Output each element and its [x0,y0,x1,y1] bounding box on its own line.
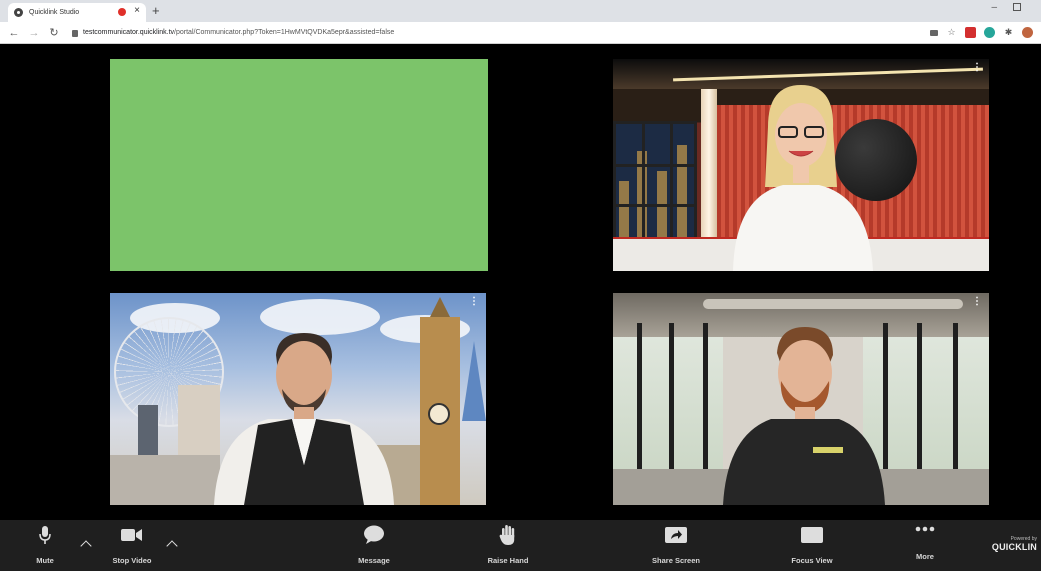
mute-label: Mute [36,556,54,565]
camera-in-use-icon[interactable] [930,29,938,36]
minimize-window-button[interactable]: – [991,2,997,13]
raised-hand-icon [499,520,517,550]
mute-button[interactable]: Mute [30,520,60,571]
tab-title: Quicklink Studio [29,9,80,16]
more-button[interactable]: More [910,520,940,571]
message-button[interactable]: Message [352,520,396,571]
video-tile-london[interactable]: ⋮ [110,293,486,505]
grammarly-extension-icon[interactable] [984,27,995,38]
raise-hand-button[interactable]: Raise Hand [484,520,532,571]
maximize-window-button[interactable] [1013,3,1021,11]
tile-options-kebab-icon[interactable]: ⋮ [469,297,479,307]
focus-view-icon [801,520,823,550]
extensions-row: ☆ ✱ [930,27,1033,38]
message-label: Message [358,556,390,565]
bookmark-star-icon[interactable]: ☆ [946,27,957,38]
reload-icon[interactable]: ↻ [48,26,60,39]
pdf-extension-icon[interactable] [965,27,976,38]
profile-avatar[interactable] [1022,27,1033,38]
office-duct [703,299,963,309]
tab-close-icon[interactable]: × [134,5,140,16]
browser-tab-bar: Quicklink Studio × + – [0,0,1041,22]
video-stage: ⋮ ⋮ ⋮ [0,44,1041,520]
participant-woman [733,85,873,271]
stop-video-button[interactable]: Stop Video [108,520,156,571]
powered-by-quicklink-logo: Powered by QUICKLIN [985,536,1037,552]
tile-options-kebab-icon[interactable]: ⋮ [972,297,982,307]
quicklink-brand: QUICKLIN [991,542,1037,552]
audio-options-chevron-up-icon[interactable] [80,538,92,550]
quicklink-favicon-icon [14,8,23,17]
more-label: More [916,552,934,561]
meeting-toolbar: Mute Stop Video Message Raise Hand Share… [0,520,1041,571]
extensions-puzzle-icon[interactable]: ✱ [1003,27,1014,38]
tile-options-kebab-icon[interactable]: ⋮ [972,63,982,73]
new-tab-button[interactable]: + [152,3,160,18]
chat-bubble-icon [363,520,385,550]
microphone-icon [38,520,52,550]
back-arrow-icon[interactable]: ← [8,27,20,39]
more-dots-icon [915,520,935,538]
video-camera-icon [121,520,143,550]
focus-view-label: Focus View [791,556,833,565]
url-host: testcommunicator.quicklink.tv [83,29,175,36]
share-screen-label: Share Screen [652,556,700,565]
video-tile-green-screen[interactable] [110,59,488,271]
window-frame [613,121,697,241]
share-screen-button[interactable]: Share Screen [650,520,702,571]
video-tile-office[interactable]: ⋮ [613,293,989,505]
lock-icon [72,30,78,37]
browser-tab[interactable]: Quicklink Studio × [8,3,146,22]
focus-view-button[interactable]: Focus View [788,520,836,571]
participant-man-vest [214,333,394,505]
url-path: /portal/Communicator.php?Token=1HwMVtQVD… [174,29,395,36]
recording-indicator-icon [118,8,126,16]
shard-building [462,341,486,421]
stop-video-label: Stop Video [112,556,152,565]
video-tile-news-studio[interactable]: ⋮ [613,59,989,271]
forward-arrow-icon[interactable]: → [28,27,40,39]
big-ben-clock [428,403,450,425]
raise-hand-label: Raise Hand [487,556,529,565]
share-screen-icon [665,520,687,550]
participant-man-tshirt [723,327,885,505]
video-options-chevron-up-icon[interactable] [166,538,178,550]
url-field[interactable]: testcommunicator.quicklink.tv /portal/Co… [72,29,395,37]
browser-address-bar: ← → ↻ testcommunicator.quicklink.tv /por… [0,22,1041,44]
